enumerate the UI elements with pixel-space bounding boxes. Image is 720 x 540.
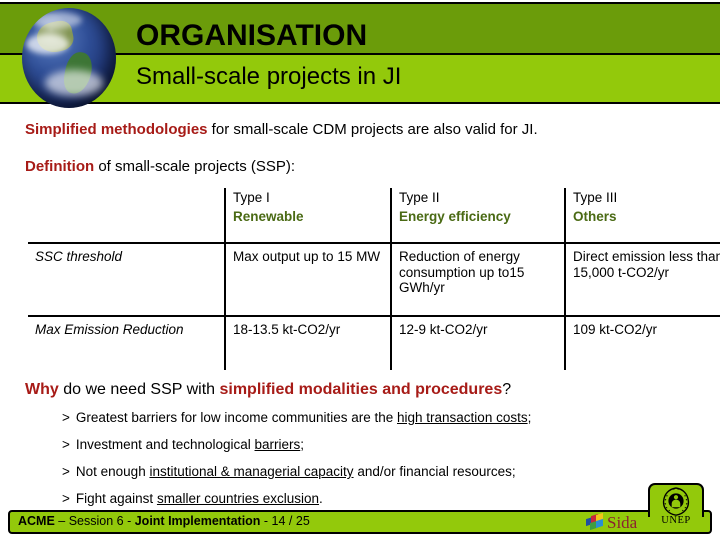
table-header-type-1: Type I Renewable <box>224 188 391 244</box>
table-header-type-2: Type II Energy efficiency <box>390 188 565 244</box>
table-row: Max Emission Reduction 18-13.5 kt-CO2/yr… <box>28 316 720 370</box>
list-item: > Fight against smaller countries exclusi… <box>62 491 702 506</box>
bullet-underline: smaller countries exclusion <box>156 491 320 506</box>
bullet-text-post: ; <box>527 410 532 425</box>
type-label-1: Type I <box>233 190 270 205</box>
bullet-underline: barriers <box>254 437 301 452</box>
intro-line-1: Simplified methodologies for small-scale… <box>25 121 538 138</box>
footer-sep-1: – <box>54 514 69 528</box>
why-emphasis-1: Why <box>25 381 59 398</box>
footer-topic: Joint Implementation <box>134 514 261 528</box>
row-label-max-emission-reduction: Max Emission Reduction <box>35 322 184 337</box>
list-item: > Greatest barriers for low income commun… <box>62 410 702 425</box>
intro-line-2-text: of small-scale projects (SSP): <box>94 158 296 175</box>
cell-max-emission-type-2: 12-9 kt-CO2/yr <box>390 316 565 370</box>
bullet-text-post: . <box>319 491 323 506</box>
why-text-2: ? <box>502 381 512 398</box>
bullet-text-pre: Not enough <box>75 464 150 479</box>
cell-ssc-threshold-type-1: Max output up to 15 MW <box>224 243 391 317</box>
footer-sep-3: - <box>260 514 272 528</box>
footer-caption: ACME – Session 6 - Joint Implementation … <box>18 514 310 528</box>
intro-line-2-emphasis: Definition <box>25 158 95 175</box>
table-header-type-3: Type III Others <box>564 188 720 244</box>
why-heading: Why do we need SSP with simplified modal… <box>25 381 511 399</box>
bullet-marker: > <box>62 491 70 506</box>
type-label-3: Type III <box>573 190 618 205</box>
row-label-ssc-threshold: SSC threshold <box>28 243 225 317</box>
footer-page-number: 14 / 25 <box>271 514 310 528</box>
bullet-marker: > <box>62 437 70 452</box>
list-item: > Investment and technological barriers; <box>62 437 702 452</box>
page-subtitle: Small-scale projects in JI <box>136 63 402 90</box>
earth-globe-icon <box>22 8 116 108</box>
bullet-text-pre: Investment and technological <box>75 437 255 452</box>
bullet-text-pre: Fight against <box>75 491 157 506</box>
cell-max-emission-type-1: 18-13.5 kt-CO2/yr <box>224 316 391 370</box>
cell-ssc-threshold-type-3: Direct emission less than 15,000 t-CO2/y… <box>564 243 720 317</box>
why-text-1: do we need SSP with <box>58 381 220 398</box>
footer-session: Session 6 <box>68 514 124 528</box>
type-kind-1: Renewable <box>233 208 304 224</box>
cell-ssc-threshold-type-2: Reduction of energy consumption up to15 … <box>390 243 565 317</box>
list-item: > Not enough institutional & managerial c… <box>62 464 702 479</box>
unep-logo: UNEP <box>654 486 698 530</box>
slide-header: ORGANISATION Small-scale projects in JI <box>0 0 720 108</box>
unep-emblem-icon <box>662 487 690 516</box>
bullet-marker: > <box>62 410 70 425</box>
unep-wordmark: UNEP <box>661 515 691 526</box>
bullet-underline: high transaction costs <box>397 410 528 425</box>
bullet-underline: institutional & managerial capacity <box>149 464 354 479</box>
bullet-text-post: and/or financial resources; <box>353 464 516 479</box>
ssp-definition-table: Type I Renewable Type II Energy efficien… <box>28 188 720 370</box>
cell-max-emission-type-3: 109 kt-CO2/yr <box>564 316 720 370</box>
bullet-list: > Greatest barriers for low income commun… <box>62 410 702 518</box>
table-row: SSC threshold Max output up to 15 MW Red… <box>28 243 720 317</box>
table-header-row: Type I Renewable Type II Energy efficien… <box>28 188 720 244</box>
sida-wordmark: Sida <box>607 512 638 532</box>
type-label-2: Type II <box>399 190 440 205</box>
page-title: ORGANISATION <box>136 19 368 52</box>
type-kind-2: Energy efficiency <box>399 208 511 224</box>
sida-pinwheel-icon <box>586 512 605 531</box>
why-emphasis-2: simplified modalities and procedures <box>219 381 503 398</box>
footer-sep-2: - <box>123 514 135 528</box>
type-kind-3: Others <box>573 208 617 224</box>
intro-line-2: Definition of small-scale projects (SSP)… <box>25 158 295 175</box>
bullet-text-post: ; <box>300 437 305 452</box>
intro-line-1-text: for small-scale CDM projects are also va… <box>207 121 538 138</box>
table-corner-cell <box>28 188 225 244</box>
intro-line-1-emphasis: Simplified methodologies <box>25 121 208 138</box>
bullet-text-pre: Greatest barriers for low income communi… <box>75 410 398 425</box>
bullet-marker: > <box>62 464 70 479</box>
sida-logo: Sida <box>586 512 637 532</box>
footer-org: ACME <box>18 514 55 528</box>
